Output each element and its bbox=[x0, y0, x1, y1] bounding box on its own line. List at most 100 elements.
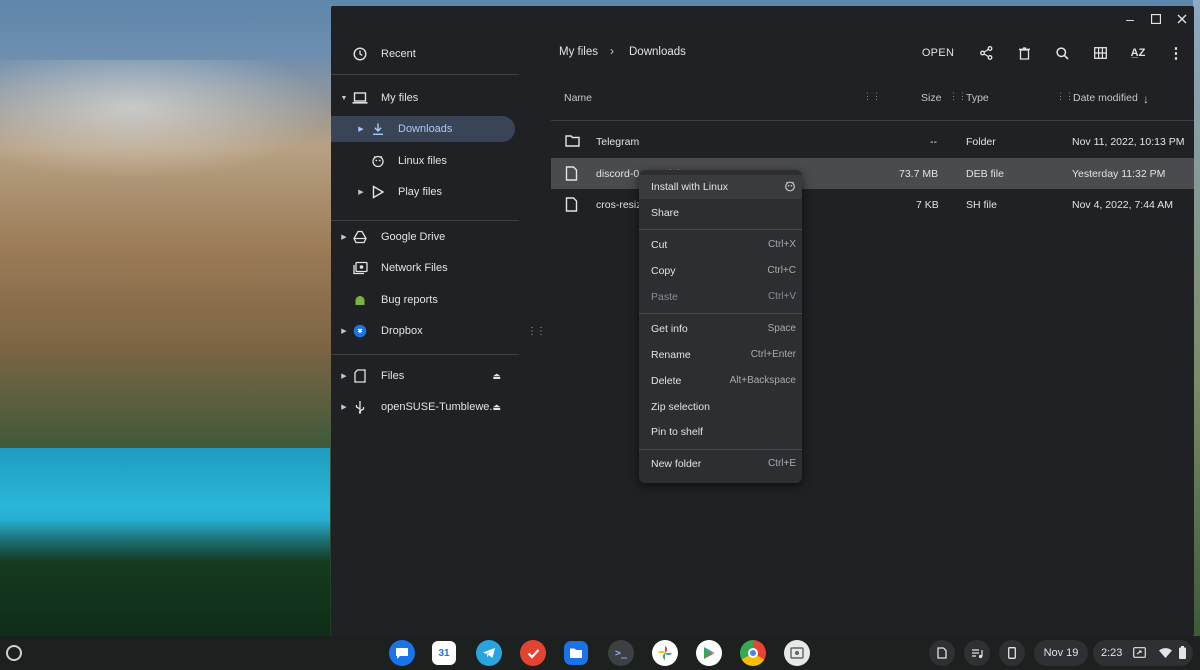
tasks-icon[interactable] bbox=[520, 640, 546, 666]
more-icon[interactable]: ⋮ bbox=[1165, 42, 1187, 64]
photos-icon[interactable] bbox=[652, 640, 678, 666]
sidebar-item-google-drive[interactable]: ▶ Google Drive bbox=[331, 224, 515, 250]
file-icon bbox=[565, 166, 581, 182]
menu-item-rename[interactable]: Rename Ctrl+Enter bbox=[639, 343, 802, 367]
expand-right-icon[interactable]: ▶ bbox=[339, 327, 349, 335]
expand-right-icon[interactable]: ▶ bbox=[356, 188, 366, 196]
menu-item-get-info[interactable]: Get info Space bbox=[639, 317, 802, 341]
messages-icon[interactable] bbox=[389, 640, 415, 666]
sidebar-item-my-files[interactable]: ▼ My files bbox=[331, 85, 515, 111]
sort-descending-icon[interactable]: ↓ bbox=[1143, 92, 1149, 106]
column-header-size[interactable]: Size bbox=[921, 92, 941, 104]
file-icon bbox=[565, 197, 581, 213]
chevron-right-icon: › bbox=[610, 44, 614, 58]
sidebar-item-label: Downloads bbox=[398, 123, 453, 135]
menu-item-shortcut: Ctrl+V bbox=[767, 291, 796, 302]
file-size: -- bbox=[930, 136, 937, 148]
breadcrumb-my-files[interactable]: My files bbox=[559, 46, 598, 58]
file-type: SH file bbox=[966, 199, 997, 211]
terminal-icon[interactable]: >_ bbox=[608, 640, 634, 666]
column-header-name[interactable]: Name bbox=[564, 92, 592, 104]
column-resize-handle[interactable]: ⋮⋮ bbox=[1056, 91, 1074, 102]
sidebar-item-opensuse[interactable]: ▶ openSUSE-Tumblewe... ⏏ bbox=[331, 394, 515, 420]
calendar-icon[interactable]: 31 bbox=[432, 641, 456, 665]
telegram-icon[interactable] bbox=[476, 640, 502, 666]
menu-item-label: Zip selection bbox=[651, 401, 710, 413]
usb-icon bbox=[352, 399, 368, 415]
menu-item-shortcut: Ctrl+E bbox=[767, 458, 796, 469]
minimize-icon[interactable]: – bbox=[1123, 12, 1137, 26]
phone-hub-icon[interactable] bbox=[999, 640, 1025, 666]
menu-item-delete[interactable]: Delete Alt+Backspace bbox=[639, 369, 802, 393]
media-controls-icon[interactable] bbox=[964, 640, 990, 666]
sidebar-item-downloads[interactable]: ▶ Downloads bbox=[331, 116, 515, 142]
dropbox-icon bbox=[352, 323, 368, 339]
eject-icon[interactable]: ⏏ bbox=[492, 371, 501, 382]
menu-item-install-with-linux[interactable]: Install with Linux bbox=[639, 175, 802, 199]
breadcrumb-downloads[interactable]: Downloads bbox=[629, 46, 686, 58]
screenshot-app-icon[interactable] bbox=[784, 640, 810, 666]
menu-item-shortcut: Ctrl+X bbox=[767, 239, 796, 250]
play-icon bbox=[370, 184, 386, 200]
menu-item-label: Share bbox=[651, 207, 680, 219]
menu-item-copy[interactable]: Copy Ctrl+C bbox=[639, 259, 802, 283]
share-icon[interactable] bbox=[975, 42, 997, 64]
download-icon bbox=[370, 121, 386, 137]
menu-item-label: Install with Linux bbox=[651, 181, 729, 193]
expand-right-icon[interactable]: ▶ bbox=[339, 372, 349, 380]
files-app-icon[interactable] bbox=[564, 641, 588, 665]
expand-right-icon[interactable]: ▶ bbox=[339, 233, 349, 241]
holding-space-icon[interactable] bbox=[929, 640, 955, 666]
expand-down-icon[interactable]: ▼ bbox=[339, 95, 349, 102]
menu-item-share[interactable]: Share bbox=[639, 201, 802, 225]
launcher-icon[interactable] bbox=[6, 645, 22, 661]
expand-right-icon[interactable]: ▶ bbox=[356, 125, 366, 133]
menu-item-zip-selection[interactable]: Zip selection bbox=[639, 395, 802, 419]
sidebar-item-play-files[interactable]: ▶ Play files bbox=[331, 179, 515, 205]
sidebar-item-label: Network Files bbox=[381, 262, 448, 274]
clock-icon bbox=[352, 46, 368, 62]
delete-icon[interactable] bbox=[1013, 42, 1035, 64]
open-button[interactable]: OPEN bbox=[917, 42, 959, 64]
menu-item-paste[interactable]: Paste Ctrl+V bbox=[639, 285, 802, 309]
sidebar-item-label: Play files bbox=[398, 186, 443, 198]
screen-capture-icon bbox=[1133, 647, 1146, 661]
sidebar-item-linux-files[interactable]: Linux files bbox=[331, 148, 515, 174]
sidebar-item-network-files[interactable]: Network Files bbox=[331, 255, 515, 281]
expand-right-icon[interactable]: ▶ bbox=[339, 403, 349, 411]
sidebar-divider bbox=[331, 354, 519, 355]
chrome-icon[interactable] bbox=[740, 640, 766, 666]
search-icon[interactable] bbox=[1051, 42, 1073, 64]
menu-item-label: Paste bbox=[651, 291, 678, 303]
column-header-date[interactable]: Date modified bbox=[1073, 92, 1138, 104]
table-row[interactable]: Telegram -- Folder Nov 11, 2022, 10:13 P… bbox=[551, 126, 1194, 157]
menu-item-new-folder[interactable]: New folder Ctrl+E bbox=[639, 452, 802, 476]
sidebar-item-dropbox[interactable]: ▶ Dropbox bbox=[331, 318, 515, 344]
file-name: cros-resiz bbox=[596, 199, 642, 211]
sidebar-item-recent[interactable]: Recent bbox=[331, 41, 515, 67]
column-header-type[interactable]: Type bbox=[966, 92, 989, 104]
play-store-icon[interactable] bbox=[696, 640, 722, 666]
menu-item-cut[interactable]: Cut Ctrl+X bbox=[639, 233, 802, 257]
eject-icon[interactable]: ⏏ bbox=[492, 402, 501, 413]
grid-view-icon[interactable] bbox=[1089, 42, 1111, 64]
wallpaper-snow bbox=[0, 60, 330, 180]
network-folder-icon bbox=[352, 260, 368, 276]
date-tray[interactable]: Nov 19 bbox=[1034, 640, 1088, 666]
close-icon[interactable] bbox=[1175, 12, 1189, 26]
column-resize-handle[interactable]: ⋮⋮ bbox=[949, 91, 967, 102]
column-resize-handle[interactable]: ⋮⋮ bbox=[863, 91, 881, 102]
menu-item-shortcut: Ctrl+Enter bbox=[750, 349, 796, 360]
sidebar-item-files[interactable]: ▶ Files ⏏ bbox=[331, 363, 515, 389]
sidebar-item-label: Bug reports bbox=[381, 294, 438, 306]
sidebar-item-bug-reports[interactable]: Bug reports bbox=[331, 287, 515, 313]
linux-icon bbox=[784, 180, 796, 195]
menu-item-label: Copy bbox=[651, 265, 676, 277]
sort-az-icon[interactable]: A̲Z bbox=[1127, 42, 1149, 64]
maximize-icon[interactable] bbox=[1149, 12, 1163, 26]
status-area[interactable]: 2:23 bbox=[1093, 640, 1193, 666]
menu-separator bbox=[639, 449, 802, 450]
sidebar-item-label: Dropbox bbox=[381, 325, 423, 337]
menu-item-pin-to-shelf[interactable]: Pin to shelf bbox=[639, 420, 802, 444]
sidebar-resize-handle[interactable]: ⋮⋮ bbox=[527, 326, 546, 337]
